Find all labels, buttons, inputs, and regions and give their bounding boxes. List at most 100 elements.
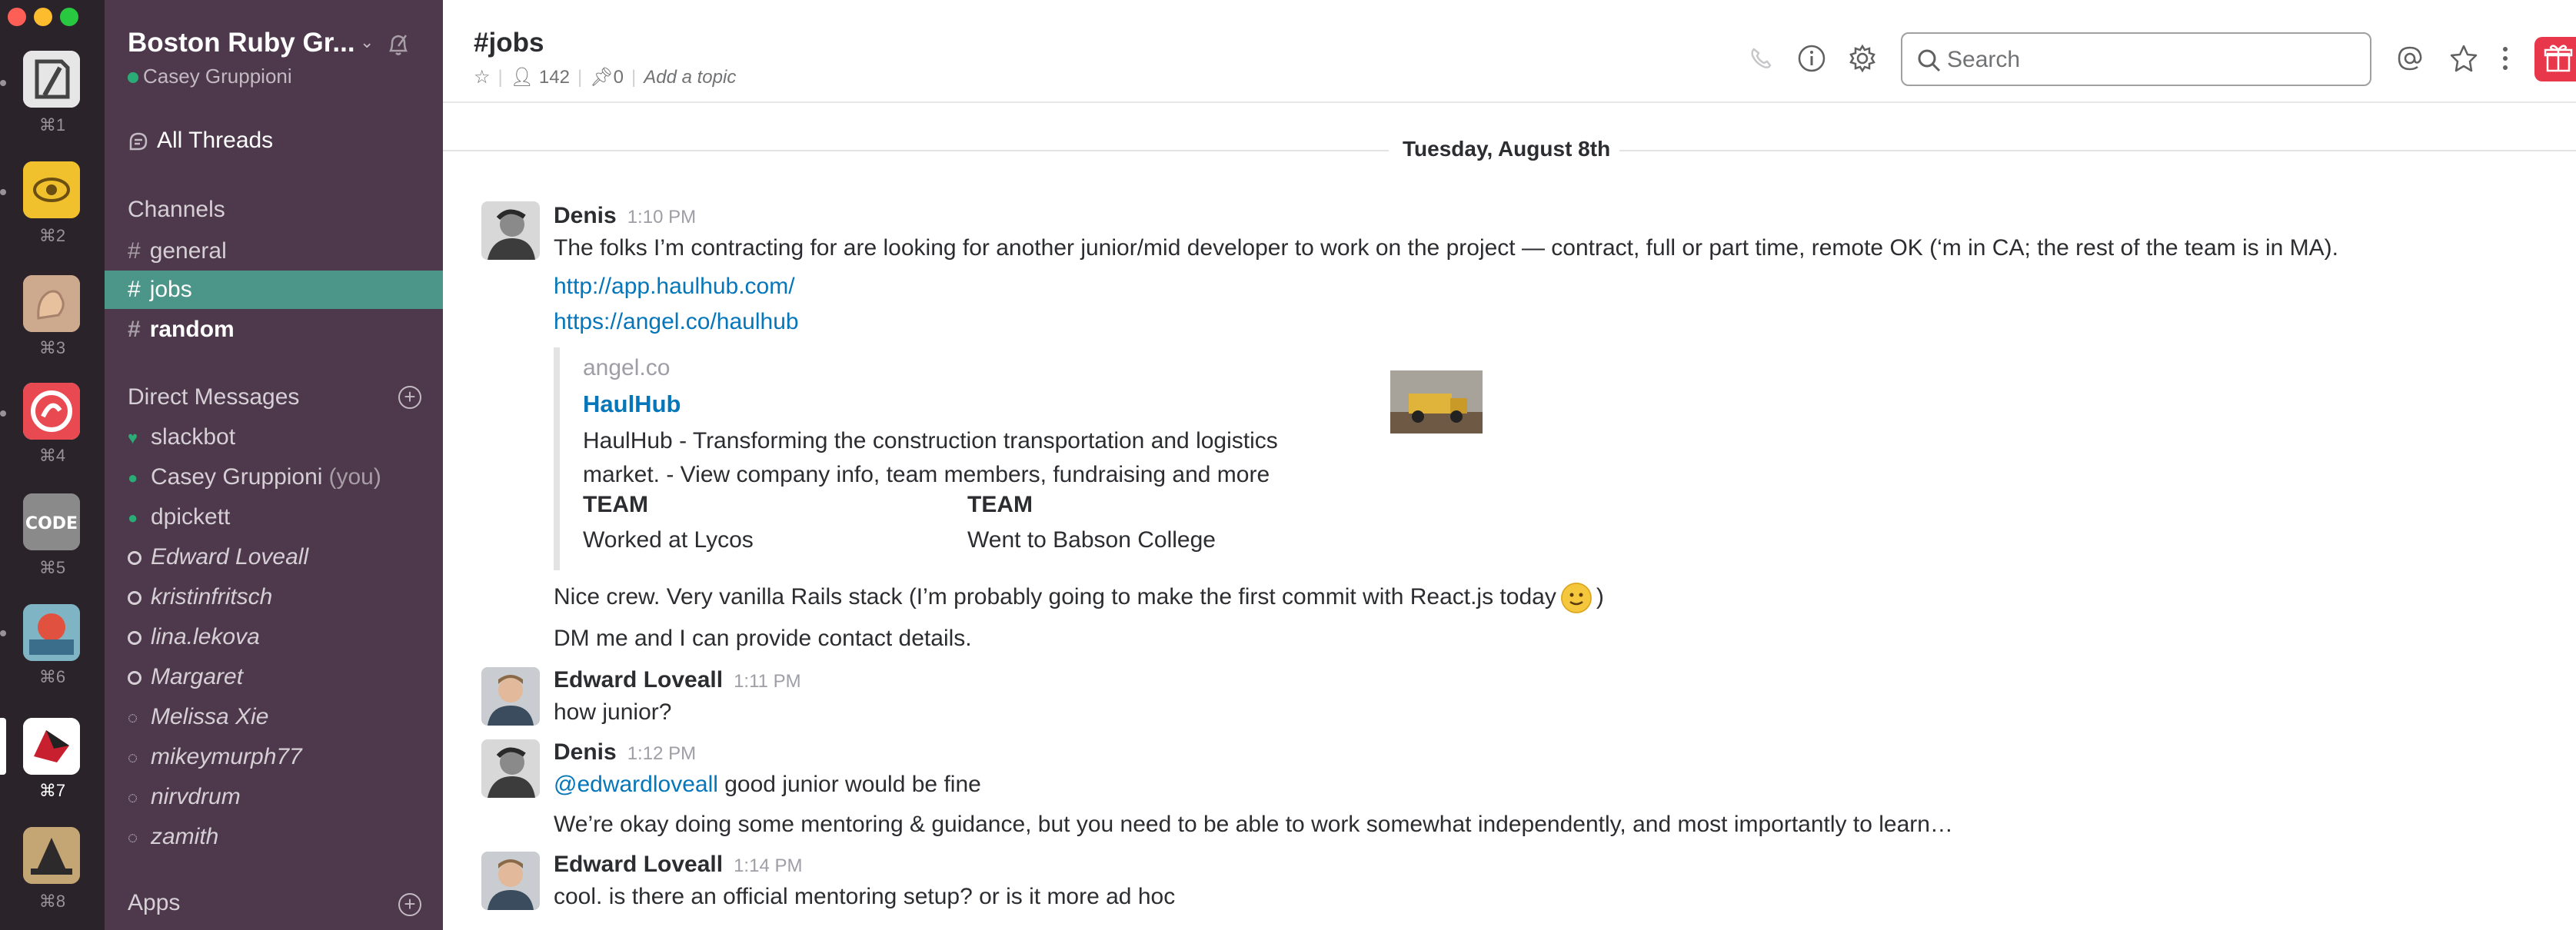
gear-icon[interactable] (1847, 43, 1878, 74)
star-icon[interactable] (2448, 43, 2479, 74)
dm-item-mikeymurph77[interactable]: ◌ mikeymurph77 (105, 738, 443, 776)
channel-title[interactable]: #jobs (474, 28, 544, 58)
team-shortcut-label: ⌘5 (38, 558, 66, 577)
team-shortcut-label: ⌘3 (38, 338, 66, 357)
avatar[interactable] (481, 667, 540, 726)
date-label: Tuesday, August 8th (1403, 137, 1611, 161)
message-text: cool. is there an official mentoring set… (554, 884, 1176, 909)
divider-line (443, 150, 1389, 151)
member-count[interactable]: 142 (539, 67, 570, 88)
star-icon[interactable]: ☆ (474, 67, 491, 88)
attachment-field-title: TEAM (967, 492, 1033, 517)
add-topic-link[interactable]: Add a topic (644, 67, 736, 88)
mentions-icon[interactable] (2395, 43, 2425, 74)
message-author[interactable]: Denis 1:12 PM (554, 739, 696, 766)
team-name[interactable]: Boston Ruby Gr... (128, 28, 355, 58)
team-shortcut-label: ⌘4 (38, 446, 66, 465)
channels-heading[interactable]: Channels (128, 197, 225, 223)
team-icon-8[interactable] (23, 827, 80, 884)
direct-messages-heading[interactable]: Direct Messages (128, 384, 299, 410)
attachment-field-title: TEAM (583, 492, 648, 517)
dm-item-lina-lekova[interactable]: lina.lekova (105, 618, 443, 656)
dm-item-zamith[interactable]: ◌ zamith (105, 818, 443, 856)
search-input[interactable] (1947, 43, 2347, 77)
attachment-description: HaulHub - Transforming the construction … (583, 428, 1278, 487)
pinned-count[interactable]: 0 (614, 67, 624, 88)
you-suffix: (you) (328, 464, 381, 490)
attachment-title[interactable]: HaulHub (583, 390, 681, 418)
presence-active-icon (128, 72, 138, 84)
dm-label: Edward Loveall (151, 544, 309, 570)
dm-item-kristinfritsch[interactable]: kristinfritsch (105, 578, 443, 616)
window-close-button[interactable] (8, 8, 26, 26)
message-link[interactable]: https://angel.co/haulhub (554, 309, 799, 335)
hash-icon: # (128, 317, 141, 342)
message-author[interactable]: Denis 1:10 PM (554, 203, 696, 229)
sidebar-item-general[interactable]: # general (105, 232, 443, 271)
more-vertical-icon[interactable] (2498, 43, 2513, 74)
dm-item-dpickett[interactable]: ● dpickett (105, 498, 443, 536)
heart-icon: ♥ (128, 428, 138, 448)
message-timestamp[interactable]: 1:10 PM (627, 207, 696, 228)
window-zoom-button[interactable] (60, 8, 78, 26)
team-icon-3[interactable] (23, 275, 80, 332)
bell-icon[interactable] (383, 29, 414, 60)
main-pane: #jobs ☆ | 👤︎ 142 | 📌︎0 | Add a topic Sea… (443, 0, 2576, 930)
team-shortcut-label: ⌘1 (38, 115, 66, 135)
dm-label: dpickett (151, 504, 231, 530)
sidebar-item-random[interactable]: # random (105, 311, 443, 349)
sidebar-item-jobs[interactable]: # jobs (105, 271, 443, 309)
dm-item-melissa-xie[interactable]: ◌ Melissa Xie (105, 698, 443, 736)
add-dm-icon[interactable]: + (398, 386, 421, 409)
team-icon-4[interactable] (23, 383, 80, 440)
phone-icon[interactable] (1746, 43, 1776, 74)
team-icon-5[interactable]: CODE (23, 493, 80, 550)
channel-meta: ☆ | 👤︎ 142 | 📌︎0 | Add a topic (474, 67, 737, 88)
all-threads-link[interactable]: All Threads (128, 128, 273, 154)
message-author[interactable]: Edward Loveall 1:14 PM (554, 852, 802, 878)
dm-item-slackbot[interactable]: ♥ slackbot (105, 418, 443, 457)
dm-item-margaret[interactable]: Margaret (105, 658, 443, 696)
hash-icon: # (128, 277, 141, 302)
channel-sidebar: Boston Ruby Gr... ⌄ Casey Gruppioni All … (105, 0, 443, 930)
pin-icon: 📌︎ (590, 67, 614, 88)
user-mention[interactable]: @edwardloveall (554, 772, 718, 797)
sidebar-item-label: general (149, 238, 227, 264)
dm-item-edward-loveall[interactable]: Edward Loveall (105, 538, 443, 576)
avatar[interactable] (481, 852, 540, 910)
chevron-down-icon[interactable]: ⌄ (360, 32, 374, 52)
search-box[interactable] (1901, 32, 2371, 86)
dm-label: nirvdrum (151, 784, 241, 809)
sidebar-item-label: jobs (149, 277, 192, 302)
dm-item-self[interactable]: ● Casey Gruppioni (you) (105, 458, 443, 497)
message-timestamp[interactable]: 1:11 PM (734, 671, 801, 692)
message-text: Nice crew. Very vanilla Rails stack (I’m… (554, 583, 1604, 613)
team-icon-7[interactable] (23, 718, 80, 775)
team-shortcut-label: ⌘6 (38, 667, 66, 686)
message-timestamp[interactable]: 1:12 PM (627, 743, 696, 764)
presence-active-icon: ● (128, 508, 138, 528)
team-icon-6[interactable] (23, 604, 80, 661)
avatar[interactable] (481, 201, 540, 260)
current-user[interactable]: Casey Gruppioni (128, 65, 292, 88)
message-link[interactable]: http://app.haulhub.com/ (554, 274, 795, 300)
attachment-thumbnail[interactable] (1390, 370, 1483, 433)
presence-away-icon (128, 551, 141, 566)
message-timestamp[interactable]: 1:14 PM (734, 855, 802, 876)
presence-away-icon: ◌ (128, 748, 138, 768)
all-threads-label: All Threads (157, 128, 274, 153)
team-icon-2[interactable] (23, 161, 80, 218)
window-minimize-button[interactable] (34, 8, 52, 26)
gift-icon[interactable] (2534, 37, 2576, 81)
message-author[interactable]: Edward Loveall 1:11 PM (554, 667, 801, 693)
message-text: how junior? (554, 699, 672, 725)
team-icon-1[interactable] (23, 51, 80, 108)
dm-label: Melissa Xie (151, 704, 269, 729)
attachment-field-value: Went to Babson College (967, 527, 1216, 553)
apps-heading[interactable]: Apps (128, 890, 180, 916)
add-app-icon[interactable]: + (398, 893, 421, 916)
info-icon[interactable] (1796, 43, 1827, 74)
dm-item-nirvdrum[interactable]: ◌ nirvdrum (105, 778, 443, 816)
avatar[interactable] (481, 739, 540, 798)
attachment-field-value: Worked at Lycos (583, 527, 754, 553)
